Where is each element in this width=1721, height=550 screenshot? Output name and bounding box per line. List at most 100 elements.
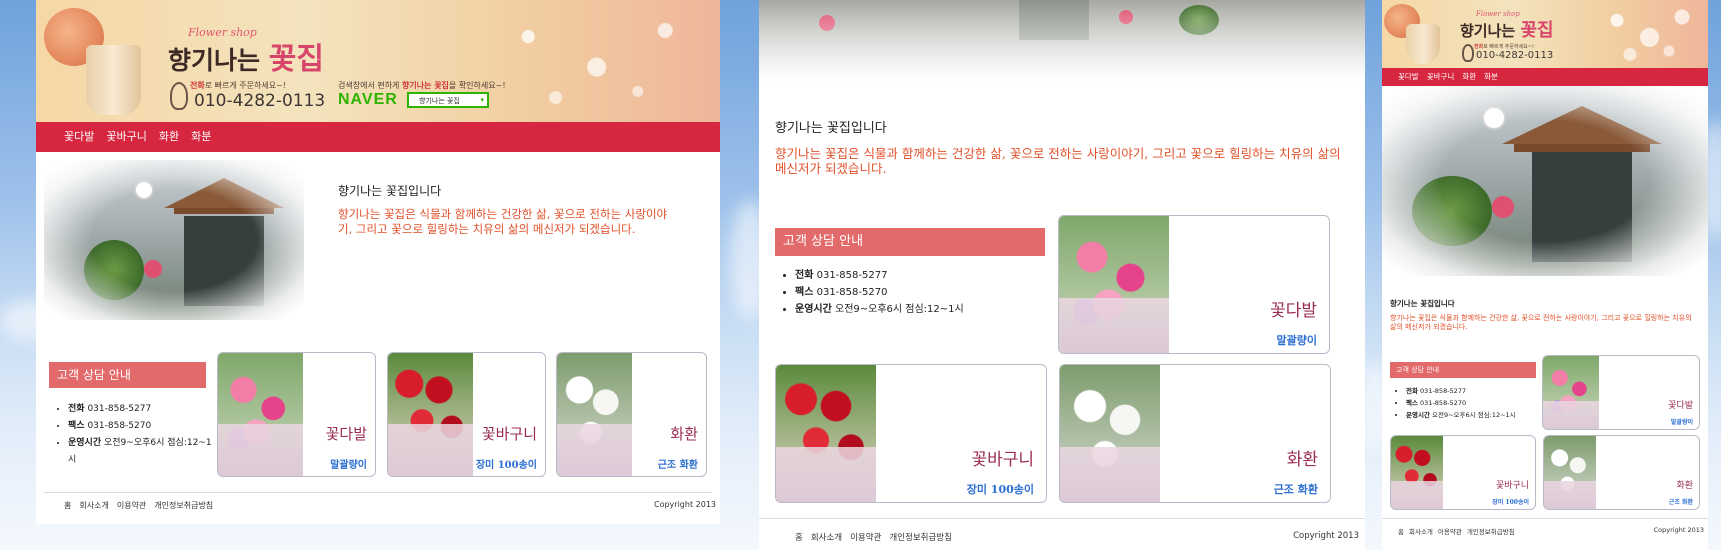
footer-link[interactable]: 개인정보취급방침 (154, 500, 213, 511)
shop-name-b: 꽃집 (1520, 20, 1554, 41)
phone-note-em: 전화 (190, 81, 205, 90)
product-card[interactable]: 꽃바구니 장미 100송이 (1390, 435, 1536, 510)
footer-link[interactable]: 홈 (795, 531, 803, 543)
consult-label: 팩스 (1406, 399, 1418, 407)
nav-item[interactable]: 화환 (159, 122, 179, 152)
ribbon-image (557, 424, 632, 476)
store-photo (1382, 86, 1708, 276)
consult-value: 031-858-5270 (87, 421, 152, 431)
naver-search-value: 향기나는 꽃집 (419, 97, 460, 105)
nav-item[interactable]: 꽃바구니 (106, 122, 146, 152)
site-header: Flower shop 향기나는 꽃집 전화로 빠르게 주문하세요~! 010-… (1382, 0, 1708, 68)
footer-link[interactable]: 이용약관 (117, 500, 146, 511)
tablet-view-panel: 향기나는 꽃집입니다 향기나는 꽃집은 식물과 함께하는 건강한 삶, 꽃으로 … (759, 0, 1365, 550)
consult-label: 전화 (1406, 387, 1418, 395)
desktop-view-panel: Flower shop 향기나는 꽃집 전화로 빠르게 주문하세요~! 010-… (36, 0, 720, 524)
store-photo (44, 160, 304, 320)
ribbon-image (1059, 298, 1169, 353)
consult-value: 031-858-5277 (1420, 387, 1467, 395)
product-name: 꽃바구니 (1495, 481, 1529, 491)
store-photo (759, 0, 1365, 95)
product-card[interactable]: 화환 근조 화환 (1059, 364, 1331, 503)
product-name: 꽃다발 (1270, 301, 1317, 321)
footer-link[interactable]: 회사소개 (79, 500, 108, 511)
search-note-em: 향기나는 꽃집 (401, 81, 449, 90)
shop-name-a: 향기나는 (168, 46, 261, 75)
main-nav: 꽃다발 꽃바구니 화환 화분 (1382, 68, 1708, 86)
product-card[interactable]: 꽃바구니 장미 100송이 (387, 352, 546, 477)
product-sub: 근조 화환 (1668, 499, 1693, 506)
nav-item[interactable]: 꽃다발 (1398, 68, 1419, 86)
nav-item[interactable]: 꽃바구니 (1427, 68, 1455, 86)
list-item: 운영시간 오전9~오후6시 점심:12~1시 (795, 301, 1055, 318)
consult-list: 전화 031-858-5277 팩스 031-858-5270 운영시간 오전9… (50, 401, 214, 469)
footer-link[interactable]: 이용약관 (850, 531, 881, 543)
shop-logo[interactable]: 향기나는 꽃집 (1460, 16, 1554, 42)
product-card[interactable]: 꽃바구니 장미 100송이 (775, 364, 1047, 503)
product-name: 꽃바구니 (971, 450, 1034, 470)
footer-link[interactable]: 개인정보취급방침 (1467, 526, 1515, 536)
consult-label: 팩스 (68, 421, 85, 431)
consult-header: 고객 상담 안내 (1390, 362, 1536, 378)
nav-item[interactable]: 화분 (1484, 68, 1498, 86)
consult-label: 전화 (68, 404, 85, 414)
footer-link[interactable]: 회사소개 (1409, 526, 1433, 536)
product-sub: 말괄량이 (1276, 334, 1317, 347)
phone-number[interactable]: 010-4282-0113 (1476, 50, 1553, 61)
ribbon-image (1544, 481, 1596, 509)
consult-value: 오전9~오후6시 점심:12~1시 (835, 304, 964, 315)
phone-note-rest: 로 빠르게 주문하세요~! (204, 81, 286, 90)
copyright: Copyright 2013 (654, 500, 716, 509)
ribbon-image (1543, 401, 1599, 429)
intro-title: 향기나는 꽃집입니다 (1390, 299, 1455, 308)
consult-list: 전화 031-858-5277 팩스 031-858-5270 운영시간 오전9… (777, 267, 1055, 318)
list-item: 운영시간 오전9~오후6시 점심:12~1시 (1406, 409, 1552, 421)
phone-icon (1462, 44, 1474, 62)
consult-label: 운영시간 (1406, 411, 1430, 419)
nav-item[interactable]: 화분 (191, 122, 211, 152)
hearts-decoration (1577, 0, 1708, 68)
intro-text: 향기나는 꽃집은 식물과 함께하는 건강한 삶, 꽃으로 전하는 사랑이야기, … (1390, 314, 1692, 331)
copyright: Copyright 2013 (1293, 531, 1359, 541)
ribbon-image (1391, 481, 1443, 509)
phone-note: 전화로 빠르게 주문하세요~! (190, 80, 286, 91)
consult-value: 031-858-5270 (1420, 399, 1467, 407)
product-sub: 장미 100송이 (475, 460, 537, 471)
footer-links: 홈 회사소개 이용약관 개인정보취급방침 (1398, 526, 1520, 536)
nav-item[interactable]: 꽃다발 (64, 122, 94, 152)
search-note-a: 검색창에서 편하게 (338, 81, 402, 90)
list-item: 전화 031-858-5277 (68, 401, 214, 418)
product-card[interactable]: 꽃다발 말괄량이 (217, 352, 376, 477)
nav-item[interactable]: 화환 (1462, 68, 1476, 86)
footer-link[interactable]: 이용약관 (1438, 526, 1462, 536)
footer-links: 홈 회사소개 이용약관 개인정보취급방침 (64, 500, 221, 511)
shop-logo[interactable]: 향기나는 꽃집 (168, 34, 324, 78)
consult-value: 오전9~오후6시 점심:12~1시 (1432, 411, 1516, 419)
product-card[interactable]: 꽃다발 말괄량이 (1058, 215, 1330, 354)
product-sub: 근조 화환 (1273, 483, 1318, 496)
phone-number[interactable]: 010-4282-0113 (194, 91, 325, 111)
consult-label: 운영시간 (68, 438, 102, 448)
footer-divider (1382, 518, 1708, 519)
consult-value: 031-858-5270 (816, 287, 888, 298)
product-name: 화환 (670, 425, 698, 443)
product-sub: 장미 100송이 (966, 483, 1034, 496)
product-card[interactable]: 화환 근조 화환 (1543, 435, 1700, 510)
naver-search-box[interactable]: 향기나는 꽃집 ▾ (407, 92, 489, 108)
footer-link[interactable]: 홈 (64, 500, 71, 511)
list-item: 운영시간 오전9~오후6시 점심:12~1시 (68, 435, 214, 469)
consult-value: 031-858-5277 (87, 404, 152, 414)
footer-link[interactable]: 개인정보취급방침 (889, 531, 952, 543)
footer-link[interactable]: 홈 (1398, 526, 1404, 536)
naver-logo: NAVER (338, 91, 398, 108)
consult-value: 031-858-5277 (816, 270, 888, 281)
product-card[interactable]: 화환 근조 화환 (556, 352, 707, 477)
footer-link[interactable]: 회사소개 (811, 531, 842, 543)
list-item: 팩스 031-858-5270 (795, 284, 1055, 301)
search-note: 검색창에서 편하게 향기나는 꽃집을 확인하세요~! (338, 80, 506, 91)
ribbon-image (218, 424, 303, 476)
list-item: 팩스 031-858-5270 (68, 418, 214, 435)
product-card[interactable]: 꽃다발 말괄량이 (1542, 355, 1700, 430)
footer-links: 홈 회사소개 이용약관 개인정보취급방침 (795, 531, 960, 543)
phone-note: 전화로 빠르게 주문하세요~! (1474, 43, 1534, 50)
